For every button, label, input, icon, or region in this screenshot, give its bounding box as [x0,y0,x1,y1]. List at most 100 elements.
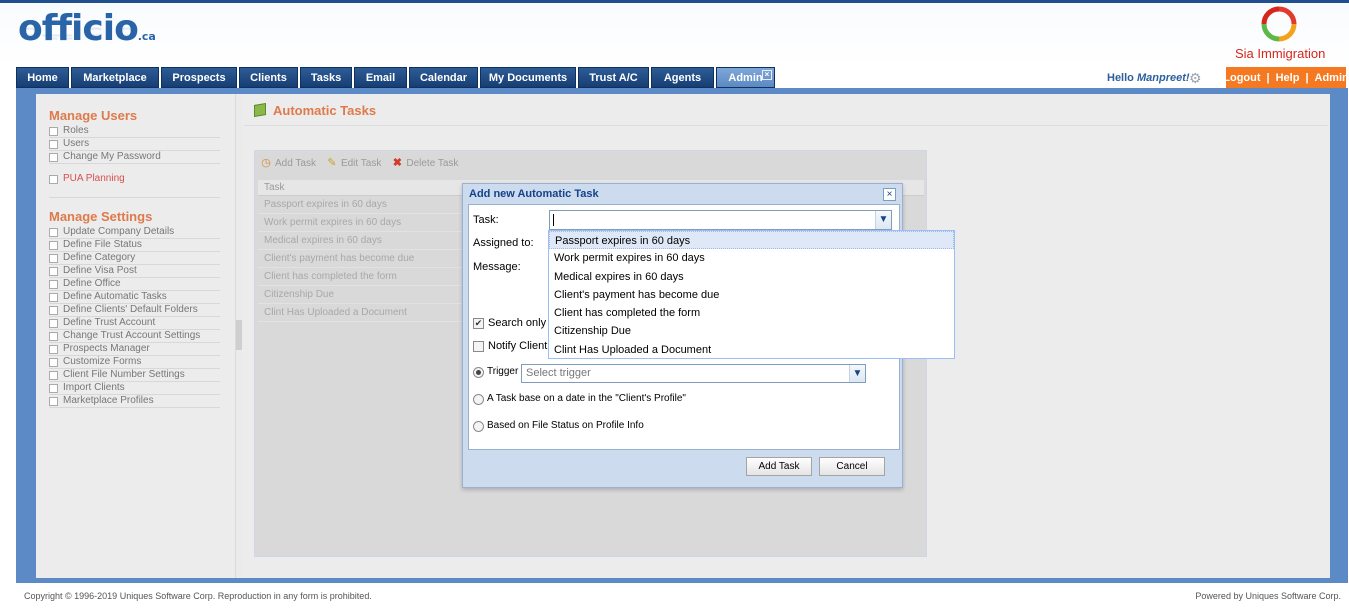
cancel-button[interactable]: Cancel [819,457,885,476]
dropdown-option[interactable]: Clint Has Uploaded a Document [549,341,954,359]
sidebar-item-automatic-tasks[interactable]: Define Automatic Tasks [49,291,220,304]
sidebar-item-office[interactable]: Define Office [49,278,220,291]
close-icon[interactable]: × [883,188,896,201]
file-status-label: Based on File Status on Profile Info [487,420,644,431]
footer-powered-by[interactable]: Powered by Uniques Software Corp. [1195,591,1341,601]
chevron-down-icon[interactable]: ▼ [849,365,865,382]
header [0,0,1349,66]
sidebar: Manage Users Roles Users Change My Passw… [36,94,236,578]
table-row[interactable]: Clint Has Uploaded a Document [258,304,462,322]
sidebar-item-customize-forms[interactable]: Customize Forms [49,356,220,369]
tab-clients[interactable]: Clients [239,67,298,88]
sidebar-item-import-clients[interactable]: Import Clients [49,382,220,395]
tab-close-icon[interactable]: × [762,70,772,80]
trigger-placeholder: Select trigger [526,367,591,379]
chevron-down-icon[interactable]: ▼ [875,211,891,229]
tab-email[interactable]: Email [354,67,407,88]
tab-home[interactable]: Home [16,67,69,88]
trigger-radio[interactable] [473,367,484,378]
dropdown-option[interactable]: Client has completed the form [549,304,954,322]
tab-agents[interactable]: Agents [651,67,714,88]
sidebar-item-file-number[interactable]: Client File Number Settings [49,369,220,382]
dropdown-option[interactable]: Citizenship Due [549,322,954,340]
dialog-title: Add new Automatic Task [469,188,599,200]
tab-label: Tasks [310,71,342,84]
sidebar-item-roles[interactable]: Roles [49,125,220,138]
company-name: Sia Immigration [1235,46,1326,61]
sidebar-item-category[interactable]: Define Category [49,252,220,265]
logout-link[interactable]: Logout [1223,72,1260,84]
tab-admin[interactable]: Admin × [716,67,775,88]
gear-icon[interactable]: ⚙ [1189,70,1205,86]
sidebar-item-users[interactable]: Users [49,138,220,151]
task-dropdown-list: Passport expires in 60 days Work permit … [548,230,955,359]
sidebar-item-file-status[interactable]: Define File Status [49,239,220,252]
tab-label: Marketplace [83,71,147,84]
heading-manage-settings: Manage Settings [49,209,153,224]
table-row[interactable]: Client's payment has become due [258,250,462,268]
sidebar-item-default-folders[interactable]: Define Clients' Default Folders [49,304,220,317]
sidebar-item-visa-post[interactable]: Define Visa Post [49,265,220,278]
date-task-radio[interactable] [473,394,484,405]
pencil-icon: ✎ [327,157,337,169]
sidebar-item-change-password[interactable]: Change My Password [49,151,220,164]
table-row[interactable]: Citizenship Due [258,286,462,304]
tab-calendar[interactable]: Calendar [409,67,478,88]
sidebar-item-trust-settings[interactable]: Change Trust Account Settings [49,330,220,343]
edit-task-label: Edit Task [340,157,382,169]
tab-label: Agents [663,71,702,84]
file-status-radio[interactable] [473,421,484,432]
sidebar-item-update-company[interactable]: Update Company Details [49,226,220,239]
logo-suffix: .ca [137,30,156,43]
sidebar-item-pua-planning[interactable]: PUA Planning [49,173,220,186]
main-nav: Home Marketplace Prospects Clients Tasks… [16,67,775,88]
dropdown-option[interactable]: Work permit expires in 60 days [549,249,954,267]
page-title: Automatic Tasks [273,103,377,118]
dropdown-option[interactable]: Passport expires in 60 days [549,231,954,250]
text-caret [553,214,554,226]
dropdown-option[interactable]: Medical expires in 60 days [549,268,954,286]
dropdown-option[interactable]: Client's payment has become due [549,286,954,304]
notify-client-label: Notify Client [488,340,548,352]
search-only-checkbox[interactable]: ✔ [473,318,484,329]
tab-label: Email [365,71,396,84]
sidebar-item-prospects-manager[interactable]: Prospects Manager [49,343,220,356]
table-row[interactable]: Work permit expires in 60 days [258,214,462,232]
tab-label: Prospects [172,71,226,84]
heading-manage-users: Manage Users [49,108,138,123]
separator: | [1305,72,1309,84]
trigger-select[interactable]: Select trigger ▼ [521,364,866,383]
tab-marketplace[interactable]: Marketplace [71,67,159,88]
separator: | [1266,72,1270,84]
add-task-button[interactable]: ◷ Add Task [260,157,316,169]
notify-client-checkbox[interactable] [473,341,484,352]
admin-link[interactable]: Admin [1315,72,1349,84]
edit-task-button[interactable]: ✎ Edit Task [326,157,381,169]
sia-logo-icon [1261,6,1297,42]
message-label: Message: [473,261,521,273]
date-task-label: A Task base on a date in the "Client's P… [487,393,686,404]
tab-prospects[interactable]: Prospects [161,67,237,88]
tab-label: Admin [728,71,763,84]
greeting-prefix: Hello [1107,72,1134,84]
tab-tasks[interactable]: Tasks [300,67,352,88]
task-combobox[interactable]: ▼ [549,210,892,230]
greeting: Hello Manpreet! [1107,72,1190,84]
table-row[interactable]: Medical expires in 60 days [258,232,462,250]
add-task-submit-button[interactable]: Add Task [746,457,812,476]
tab-label: Home [27,71,58,84]
add-task-label: Add Task [275,157,316,169]
tab-label: Trust A/C [589,71,638,84]
sidebar-item-trust-account[interactable]: Define Trust Account [49,317,220,330]
delete-task-button[interactable]: ✖ Delete Task [391,157,459,169]
table-row[interactable]: Client has completed the form [258,268,462,286]
tab-label: Clients [250,71,287,84]
tab-my-documents[interactable]: My Documents [480,67,576,88]
clock-add-icon: ◷ [261,157,271,169]
help-link[interactable]: Help [1276,72,1300,84]
tab-trust-ac[interactable]: Trust A/C [578,67,649,88]
footer-copyright: Copyright © 1996-2019 Uniques Software C… [24,591,372,601]
sidebar-item-marketplace-profiles[interactable]: Marketplace Profiles [49,395,220,408]
table-row[interactable]: Passport expires in 60 days [258,196,462,214]
logo-reflection: officio [18,23,138,42]
